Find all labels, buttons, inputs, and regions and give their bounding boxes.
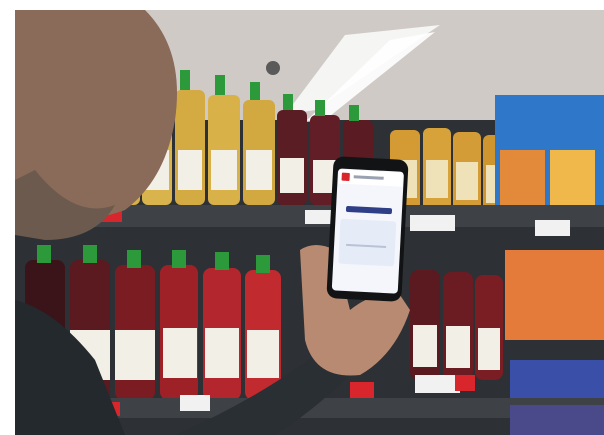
price-label <box>410 215 455 231</box>
foreground-shelf-items <box>510 405 604 435</box>
supermarket-phone-photo <box>15 10 604 435</box>
security-camera <box>266 61 280 75</box>
phone-app-logo-icon <box>341 172 350 181</box>
price-label <box>415 375 460 393</box>
product-boxes <box>495 95 604 435</box>
price-label <box>535 220 570 236</box>
price-label <box>455 375 475 391</box>
price-label <box>350 382 374 398</box>
phone-content-card <box>338 218 397 267</box>
price-label <box>180 395 210 411</box>
smartphone <box>326 156 409 302</box>
